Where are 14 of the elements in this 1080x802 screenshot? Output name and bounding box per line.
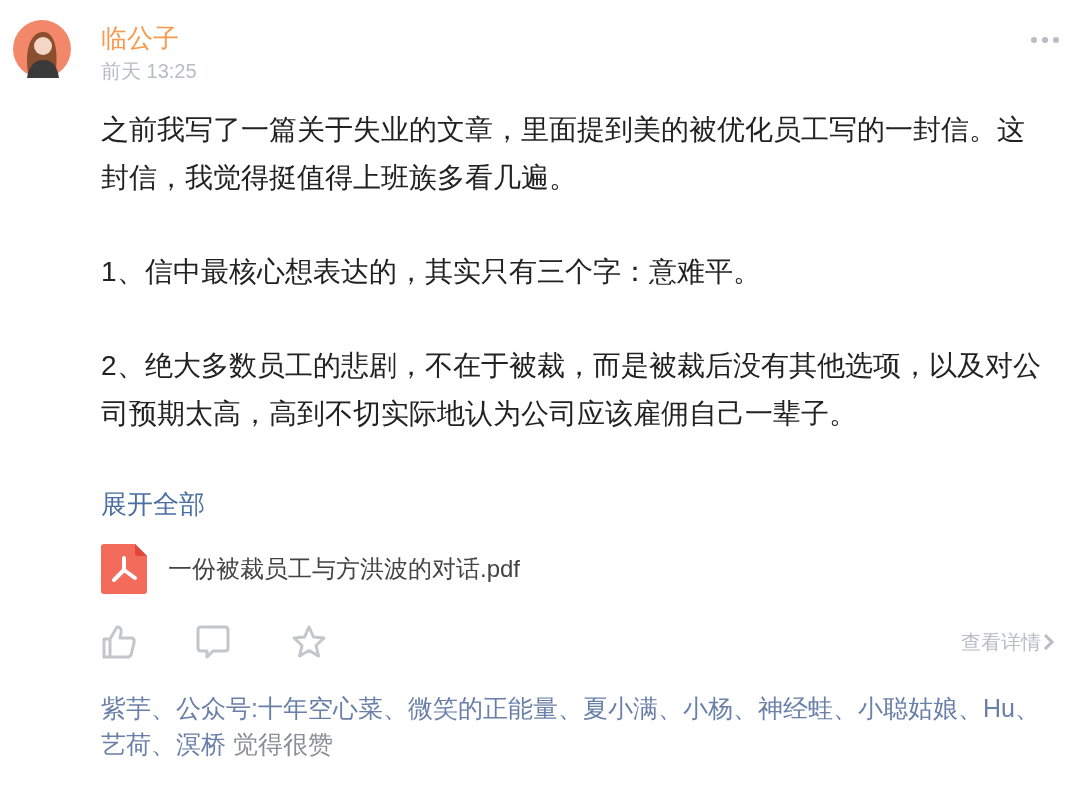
expand-link[interactable]: 展开全部 [101, 486, 1060, 522]
comment-icon[interactable] [195, 624, 231, 660]
attachment-name[interactable]: 一份被裁员工与方洪波的对话.pdf [168, 551, 521, 587]
paragraph: 1、信中最核心想表达的，其实只有三个字：意难平。 [101, 255, 762, 289]
star-icon[interactable] [291, 624, 327, 660]
chevron-icon[interactable] [1043, 633, 1055, 651]
paragraph: 之前我写了一篇关于失业的文章，里面提到美的被优化员工写的一封信。这封信，我觉得挺值得上班族多看几遍。 [101, 113, 1026, 195]
paragraph: 2、绝大多数员工的悲剧，不在于被裁，而是被裁后没有其他选项，以及对公司预期太高，高到不切实际地认为公司应该雇佣自己一辈子。 [101, 349, 1042, 431]
like-icon[interactable] [101, 624, 137, 660]
pdf-file-icon [101, 544, 147, 594]
more-icon[interactable] [1030, 36, 1060, 44]
avatar[interactable] [13, 20, 71, 78]
post-time: 前天 13:25 [101, 59, 197, 84]
likes-text: 紫芋、公众号:十年空心菜、微笑的正能量、夏小满、小杨、神经蛙、小聪姑娘、Hu、艺荷、溟桥 觉得很赞 [101, 693, 1041, 760]
